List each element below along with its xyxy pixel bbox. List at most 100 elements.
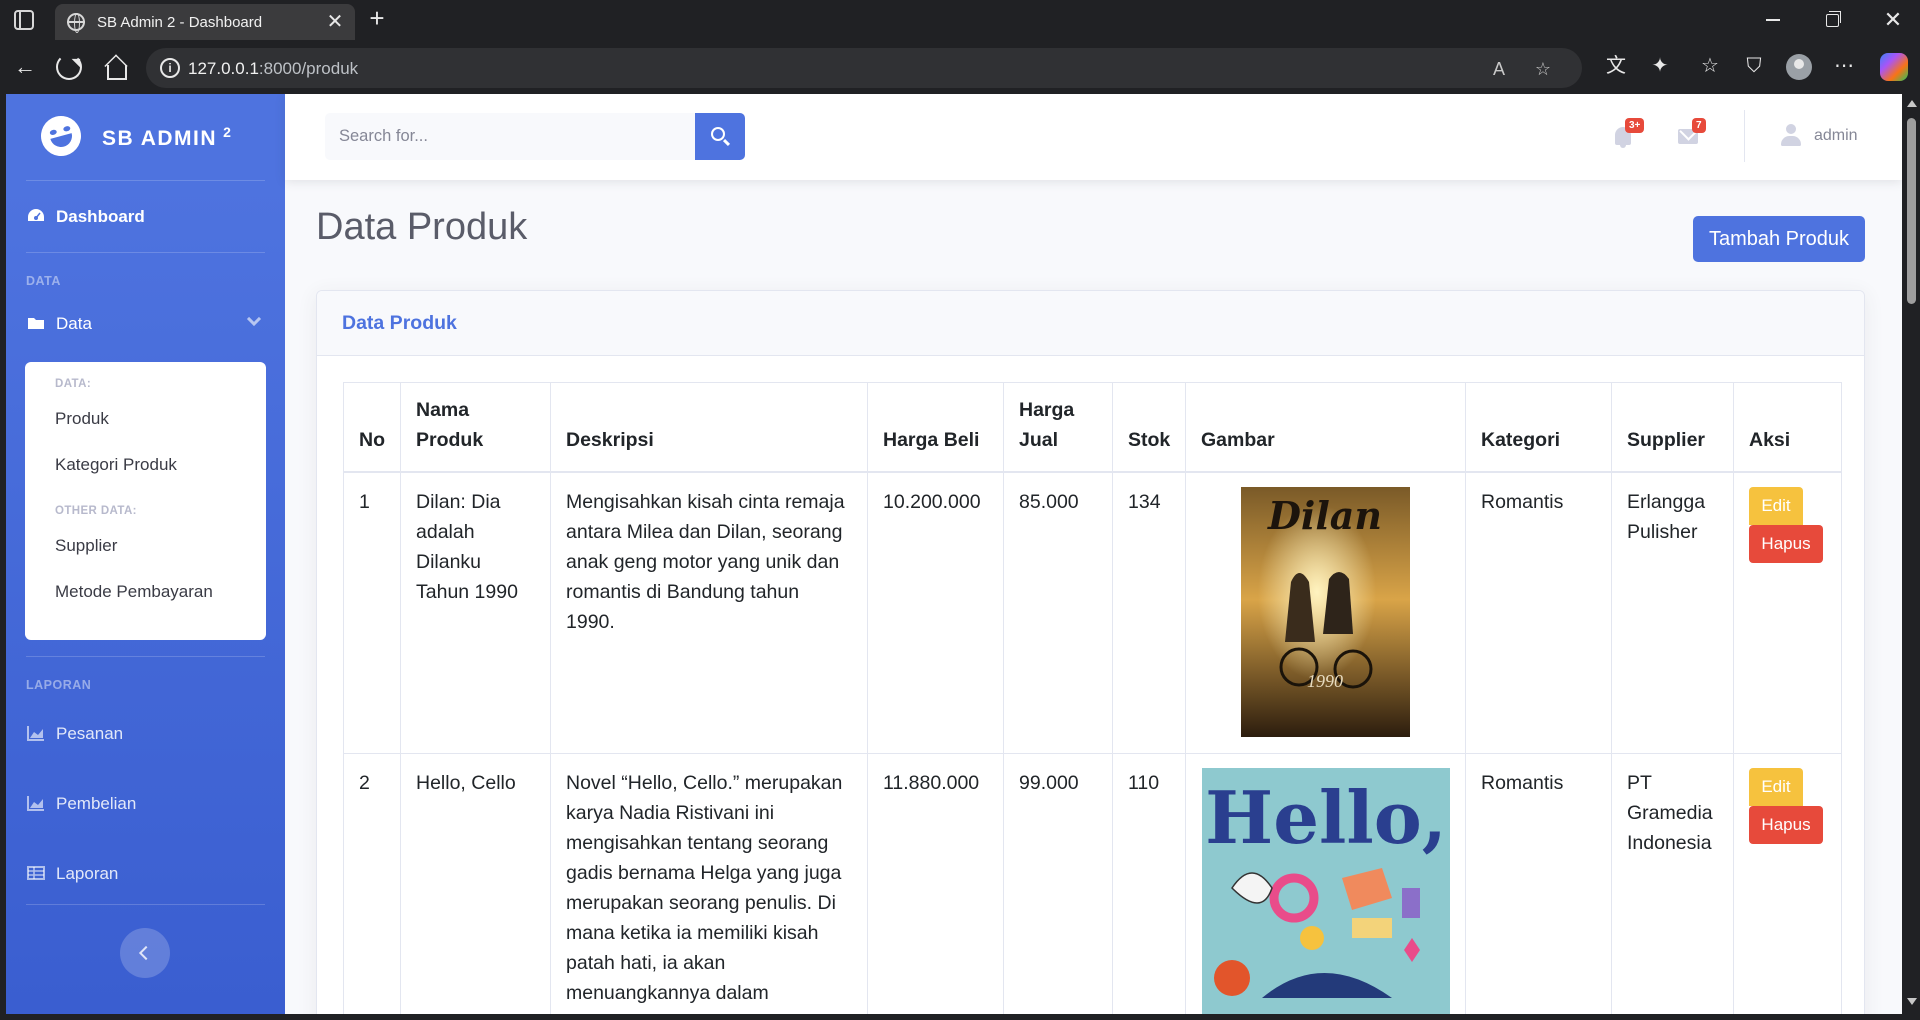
column-header: Gambar xyxy=(1185,382,1466,473)
cell-aksi: Edit Hapus xyxy=(1733,471,1842,754)
tachometer-icon xyxy=(28,209,44,221)
new-tab-button[interactable]: + xyxy=(364,5,390,32)
tab-close-icon[interactable]: ✕ xyxy=(323,10,347,34)
submenu-item-kategori-produk[interactable]: Kategori Produk xyxy=(55,455,177,475)
page-scrollbar[interactable] xyxy=(1902,94,1920,1014)
home-icon[interactable] xyxy=(102,54,128,80)
brand-text: SB ADMIN 2 xyxy=(102,124,232,151)
add-product-button[interactable]: Tambah Produk xyxy=(1693,216,1865,262)
window-close-icon[interactable]: ✕ xyxy=(1880,6,1906,34)
column-header: Kategori xyxy=(1465,382,1612,473)
delete-button[interactable]: Hapus xyxy=(1749,805,1823,844)
cell-nama: Dilan: Dia adalah Dilanku Tahun 1990 xyxy=(400,471,551,754)
submenu-item-produk[interactable]: Produk xyxy=(55,409,109,429)
topbar-divider xyxy=(1744,110,1745,162)
column-header: Supplier xyxy=(1611,382,1734,473)
scroll-up-arrow-icon[interactable] xyxy=(1907,100,1917,107)
sidebar-heading: DATA xyxy=(26,274,61,288)
column-header: Harga Beli xyxy=(867,382,1004,473)
cell-gambar: Hello, xyxy=(1185,752,1466,1014)
data-submenu: DATA: Produk Kategori Produk OTHER DATA:… xyxy=(25,362,266,640)
column-header: Aksi xyxy=(1733,382,1842,473)
submenu-item-supplier[interactable]: Supplier xyxy=(55,536,117,556)
cell-gambar: 1990 Dilan xyxy=(1185,471,1466,754)
column-header: Nama Produk xyxy=(400,382,551,473)
page-title: Data Produk xyxy=(316,206,528,248)
reload-icon[interactable] xyxy=(56,54,82,80)
brand-sup: 2 xyxy=(223,124,233,140)
topbar: 3+ 7 admin xyxy=(285,94,1902,180)
sidebar-divider xyxy=(26,904,265,905)
cell-stok: 110 xyxy=(1112,752,1186,1014)
sidebar-item-label: Pesanan xyxy=(56,724,124,743)
delete-button[interactable]: Hapus xyxy=(1749,525,1823,563)
column-header: Deskripsi xyxy=(550,382,868,473)
cover-title: Hello, xyxy=(1205,775,1447,860)
cover-title: Dilan xyxy=(1267,493,1382,538)
product-table: No Nama Produk Deskripsi Harga Beli Harg… xyxy=(343,382,1842,1014)
sidebar-item-data[interactable]: Data xyxy=(6,304,285,344)
sidebar-divider xyxy=(26,656,265,657)
address-bar[interactable]: i 127.0.0.1:8000/produk A ☆ xyxy=(146,48,1582,88)
profile-avatar[interactable] xyxy=(1786,54,1812,80)
tab-title: SB Admin 2 - Dashboard xyxy=(97,14,263,31)
sidebar-item-label: Data xyxy=(56,314,92,333)
edit-button[interactable]: Edit xyxy=(1749,767,1803,806)
cell-aksi: Edit Hapus xyxy=(1733,752,1842,1014)
sidebar-item-pesanan[interactable]: Pesanan xyxy=(6,714,285,754)
shield-icon[interactable]: ⛉ xyxy=(1740,52,1768,80)
user-name[interactable]: admin xyxy=(1814,127,1858,145)
table-icon xyxy=(27,866,45,880)
book-cover-image: 1990 Dilan xyxy=(1241,487,1410,737)
back-arrow-icon[interactable]: ← xyxy=(10,52,40,82)
cell-harga-jual: 99.000 xyxy=(1003,752,1113,1014)
favorites-icon[interactable]: ☆ xyxy=(1696,52,1724,80)
cell-harga-beli: 11.880.000 xyxy=(867,752,1004,1014)
submenu-heading: OTHER DATA: xyxy=(55,505,137,517)
url-host: 127.0.0.1 xyxy=(188,59,259,78)
sidebar-item-label: Pembelian xyxy=(56,794,137,813)
extensions-icon[interactable]: ✦ xyxy=(1646,52,1674,80)
sidebar-item-dashboard[interactable]: Dashboard xyxy=(6,197,285,237)
site-info-icon[interactable]: i xyxy=(160,58,180,78)
search-button[interactable] xyxy=(695,113,745,160)
page-viewport: SB ADMIN 2 Dashboard DATA Data DATA: Prod… xyxy=(6,94,1902,1014)
sidebar-toggle-button[interactable] xyxy=(120,928,170,978)
cell-kategori: Romantis xyxy=(1465,752,1612,1014)
tab-strip: SB Admin 2 - Dashboard ✕ + ✕ xyxy=(0,0,1920,40)
tab-actions-icon[interactable] xyxy=(14,10,34,30)
submenu-heading: DATA: xyxy=(55,378,92,390)
favorite-star-icon[interactable]: ☆ xyxy=(1532,58,1554,80)
scroll-down-arrow-icon[interactable] xyxy=(1907,998,1917,1005)
more-icon[interactable]: ⋯ xyxy=(1830,52,1858,80)
url-text[interactable]: 127.0.0.1:8000/produk xyxy=(188,59,358,79)
sidebar-item-laporan[interactable]: Laporan xyxy=(6,854,285,894)
cell-deskripsi: Novel “Hello, Cello.” merupakan karya Na… xyxy=(550,752,868,1014)
edit-button[interactable]: Edit xyxy=(1749,487,1803,525)
read-aloud-icon[interactable]: A xyxy=(1488,58,1510,80)
minimize-icon[interactable] xyxy=(1766,19,1780,21)
search-input[interactable] xyxy=(325,113,695,160)
sidebar-item-pembelian[interactable]: Pembelian xyxy=(6,784,285,824)
submenu-item-metode-pembayaran[interactable]: Metode Pembayaran xyxy=(55,582,213,602)
scroll-thumb[interactable] xyxy=(1907,118,1916,304)
card-title: Data Produk xyxy=(342,312,457,334)
card-header: Data Produk xyxy=(317,291,1864,356)
cell-no: 2 xyxy=(343,752,401,1014)
browser-tab[interactable]: SB Admin 2 - Dashboard ✕ xyxy=(55,4,355,40)
chart-area-icon xyxy=(27,796,44,811)
sidebar-brand[interactable]: SB ADMIN 2 xyxy=(6,94,285,180)
sidebar-divider xyxy=(26,252,265,253)
laugh-wink-icon xyxy=(36,111,86,161)
user-icon[interactable] xyxy=(1781,124,1801,146)
translator-extension-icon[interactable]: 文 xyxy=(1602,52,1630,80)
messages-badge: 7 xyxy=(1692,118,1706,133)
product-card: Data Produk No Nama Produk Deskripsi Har… xyxy=(316,290,1865,1014)
cell-kategori: Romantis xyxy=(1465,471,1612,754)
cell-harga-beli: 10.200.000 xyxy=(867,471,1004,754)
restore-icon[interactable] xyxy=(1826,11,1841,27)
cover-year: 1990 xyxy=(1307,671,1343,691)
sidebar-heading: LAPORAN xyxy=(26,678,92,692)
browser-toolbar: ← i 127.0.0.1:8000/produk A ☆ xyxy=(0,46,1920,90)
copilot-icon[interactable] xyxy=(1880,53,1908,81)
